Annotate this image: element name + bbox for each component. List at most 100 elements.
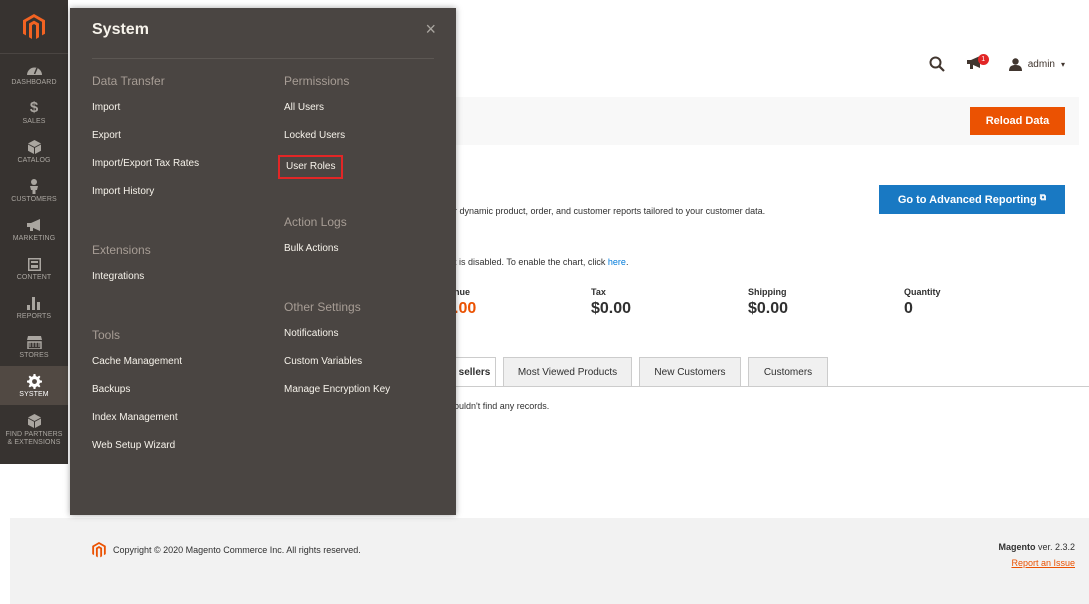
- nav-catalog-label: CATALOG: [17, 157, 51, 164]
- nav-stores-label: STORES: [19, 352, 49, 359]
- menu-link-integrations[interactable]: Integrations: [92, 268, 199, 296]
- nav-content[interactable]: CONTENT: [0, 249, 68, 288]
- group-title-tools: Tools: [92, 328, 121, 342]
- menu-link-backups[interactable]: Backups: [92, 381, 199, 409]
- magento-logo-icon: [23, 13, 45, 39]
- nav-reports-label: REPORTS: [16, 313, 52, 320]
- nav-system-label: SYSTEM: [19, 391, 49, 398]
- admin-username: admin: [1027, 58, 1055, 70]
- magento-logo[interactable]: [0, 0, 68, 54]
- group-title-extensions: Extensions: [92, 243, 151, 257]
- group-title-data-transfer: Data Transfer: [92, 74, 165, 88]
- nav-marketing[interactable]: MARKETING: [0, 210, 68, 249]
- copyright-text: Copyright © 2020 Magento Commerce Inc. A…: [113, 545, 361, 555]
- menu-link-cache-management[interactable]: Cache Management: [92, 353, 199, 381]
- group-title-action-logs: Action Logs: [284, 215, 347, 229]
- notifications-button[interactable]: 1: [966, 54, 989, 72]
- flyout-column-right: Permissions All Users Locked Users User …: [278, 71, 390, 409]
- magento-logo-icon: [92, 542, 106, 558]
- tabs-baseline: [454, 386, 1089, 387]
- menu-link-import[interactable]: Import: [92, 99, 199, 127]
- tab-most-viewed-products[interactable]: Most Viewed Products: [503, 357, 632, 386]
- nav-stores[interactable]: STORES: [0, 327, 68, 366]
- menu-link-import-export-tax-rates[interactable]: Import/Export Tax Rates: [92, 155, 199, 183]
- menu-link-web-setup-wizard[interactable]: Web Setup Wizard: [92, 437, 199, 465]
- advanced-reporting-description: r dynamic product, order, and customer r…: [454, 206, 766, 216]
- nav-sales[interactable]: $ SALES: [0, 93, 68, 132]
- reload-data-button[interactable]: Reload Data: [970, 107, 1065, 135]
- nav-reports[interactable]: REPORTS: [0, 288, 68, 327]
- nav-dashboard[interactable]: DASHBOARD: [0, 54, 68, 93]
- admin-user-menu[interactable]: admin ▾: [1008, 57, 1065, 71]
- chevron-down-icon: ▾: [1060, 59, 1065, 69]
- search-icon[interactable]: [929, 56, 945, 72]
- stat-revenue: nue .00: [454, 287, 476, 318]
- menu-link-locked-users[interactable]: Locked Users: [284, 127, 390, 155]
- dashboard-tabs: sellers Most Viewed Products New Custome…: [454, 357, 835, 386]
- tab-bestsellers[interactable]: sellers: [454, 357, 496, 386]
- gear-icon: [26, 373, 42, 389]
- nav-system[interactable]: SYSTEM: [0, 366, 68, 405]
- copyright: Copyright © 2020 Magento Commerce Inc. A…: [92, 542, 361, 558]
- admin-sidebar: DASHBOARD $ SALES CATALOG CUSTOMERS MARK…: [0, 0, 68, 464]
- close-icon[interactable]: ×: [425, 19, 436, 40]
- nav-customers[interactable]: CUSTOMERS: [0, 171, 68, 210]
- nav-catalog[interactable]: CATALOG: [0, 132, 68, 171]
- tab-new-customers[interactable]: New Customers: [639, 357, 741, 386]
- notification-count-badge: 1: [977, 54, 989, 65]
- menu-link-bulk-actions[interactable]: Bulk Actions: [284, 240, 390, 268]
- nav-sales-label: SALES: [22, 118, 46, 125]
- dollar-icon: $: [29, 99, 39, 116]
- menu-link-export[interactable]: Export: [92, 127, 199, 155]
- stat-quantity-value: 0: [904, 300, 913, 317]
- stat-tax-label: Tax: [591, 287, 606, 297]
- menu-link-all-users[interactable]: All Users: [284, 99, 390, 127]
- enable-chart-link[interactable]: here: [608, 257, 626, 267]
- bar-chart-icon: [26, 295, 42, 311]
- version-info: Magento ver. 2.3.2 Report an Issue: [998, 542, 1075, 568]
- header-actions: 1 admin ▾: [929, 54, 1065, 72]
- chart-disabled-message: t is disabled. To enable the chart, clic…: [454, 257, 629, 267]
- group-title-permissions: Permissions: [284, 74, 350, 88]
- stat-quantity: Quantity 0: [904, 287, 941, 318]
- nav-marketing-label: MARKETING: [12, 235, 56, 242]
- page-actions-bar: Reload Data: [456, 97, 1079, 145]
- stat-quantity-label: Quantity: [904, 287, 941, 297]
- stat-shipping-label: Shipping: [748, 287, 787, 297]
- advanced-reporting-label: Go to Advanced Reporting: [897, 193, 1037, 206]
- stat-shipping-value: $0.00: [748, 300, 789, 317]
- menu-link-user-roles[interactable]: User Roles: [278, 155, 344, 179]
- advanced-reporting-button[interactable]: Go to Advanced Reporting ⧉: [879, 185, 1065, 214]
- flyout-column-left: Data Transfer Import Export Import/Expor…: [92, 71, 199, 465]
- version-text: ver. 2.3.2: [1035, 542, 1075, 552]
- layout-icon: [26, 256, 42, 272]
- menu-link-import-history[interactable]: Import History: [92, 183, 199, 211]
- menu-link-index-management[interactable]: Index Management: [92, 409, 199, 437]
- report-issue-link[interactable]: Report an Issue: [998, 558, 1075, 568]
- flyout-divider: [92, 58, 434, 59]
- cube-icon: [26, 413, 42, 429]
- nav-find-partners[interactable]: FIND PARTNERS & EXTENSIONS: [0, 405, 68, 455]
- tab-customers[interactable]: Customers: [748, 357, 828, 386]
- group-title-other-settings: Other Settings: [284, 300, 361, 314]
- menu-link-notifications[interactable]: Notifications: [284, 325, 390, 353]
- dashboard-icon: [26, 61, 42, 77]
- stat-shipping: Shipping $0.00: [748, 287, 788, 318]
- external-link-icon: ⧉: [1039, 192, 1047, 202]
- stat-revenue-value: .00: [454, 300, 477, 317]
- page-footer: Copyright © 2020 Magento Commerce Inc. A…: [10, 518, 1089, 604]
- cube-icon: [26, 139, 42, 155]
- storefront-icon: [26, 334, 42, 350]
- flyout-title: System: [92, 21, 149, 38]
- stat-revenue-label: nue: [454, 287, 471, 297]
- menu-link-custom-variables[interactable]: Custom Variables: [284, 353, 390, 381]
- nav-dashboard-label: DASHBOARD: [11, 79, 57, 86]
- user-icon: [1008, 57, 1022, 71]
- megaphone-icon: [26, 217, 42, 233]
- stat-tax: Tax $0.00: [591, 287, 631, 318]
- system-flyout-menu: System × Data Transfer Import Export Imp…: [70, 8, 456, 515]
- nav-find-partners-label: FIND PARTNERS & EXTENSIONS: [5, 431, 63, 446]
- menu-link-manage-encryption-key[interactable]: Manage Encryption Key: [284, 381, 390, 409]
- brand-name: Magento: [998, 542, 1036, 552]
- person-icon: [26, 178, 42, 194]
